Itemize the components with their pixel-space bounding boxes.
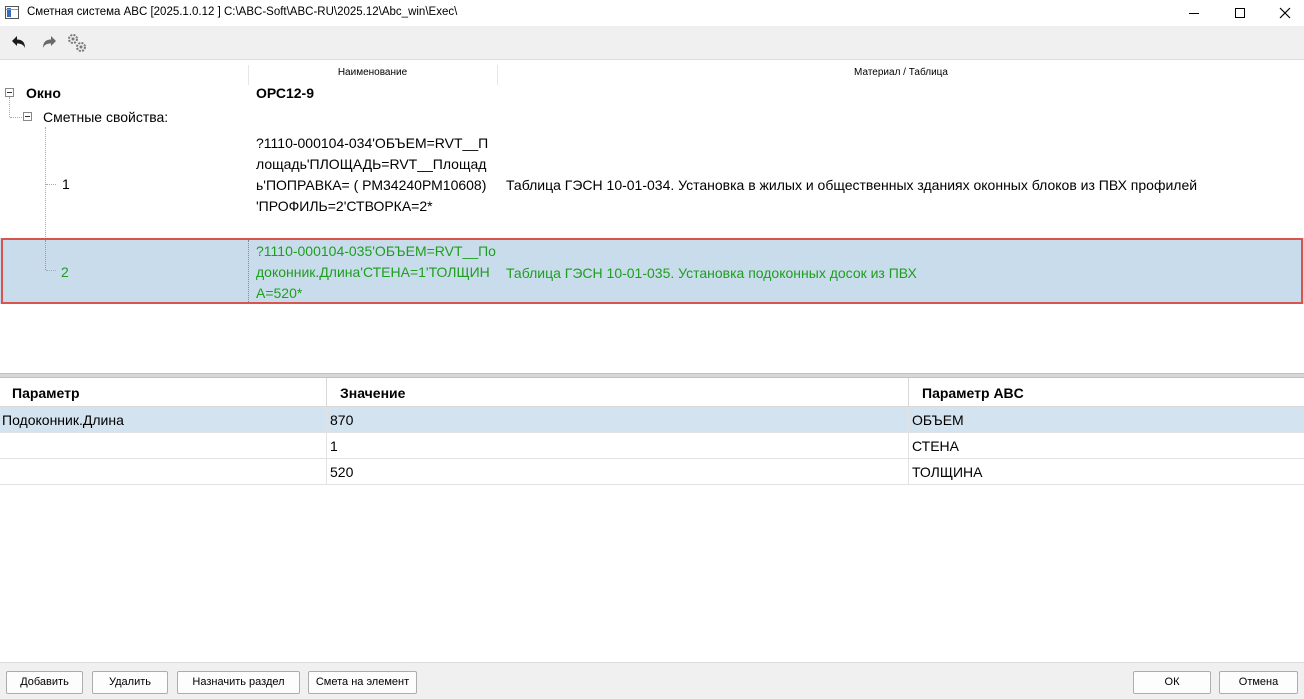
delete-button[interactable]: Удалить bbox=[92, 671, 168, 694]
settings-gears-icon bbox=[68, 34, 86, 52]
selection-highlight bbox=[1, 238, 1303, 304]
window-title: Сметная система ABC [2025.1.0.12 ] C:\AB… bbox=[27, 6, 458, 18]
assign-section-button[interactable]: Назначить раздел bbox=[177, 671, 300, 694]
cancel-button[interactable]: Отмена bbox=[1219, 671, 1298, 694]
param-cell[interactable] bbox=[0, 459, 326, 485]
tree-root-label[interactable]: Окно bbox=[26, 84, 61, 102]
redo-icon bbox=[43, 36, 56, 48]
parameters-header: Параметр Значение Параметр ABC bbox=[0, 378, 1304, 407]
abc-param-cell[interactable]: ТОЛЩИНА bbox=[908, 459, 1304, 485]
value-cell[interactable]: 870 bbox=[326, 407, 908, 433]
table-row[interactable]: 520 ТОЛЩИНА bbox=[0, 459, 1304, 485]
collapse-group-toggle[interactable] bbox=[23, 112, 32, 121]
table-row[interactable]: 1 СТЕНА bbox=[0, 433, 1304, 459]
minimize-button[interactable] bbox=[1171, 0, 1217, 26]
tree-line bbox=[46, 184, 56, 185]
tree-group-label[interactable]: Сметные свойства: bbox=[43, 108, 168, 126]
add-button[interactable]: Добавить bbox=[6, 671, 83, 694]
bottom-button-bar: Добавить Удалить Назначить раздел Смета … bbox=[0, 662, 1304, 699]
column-header-abc-parameter[interactable]: Параметр ABC bbox=[908, 378, 1304, 407]
close-icon bbox=[1279, 7, 1291, 19]
param-cell[interactable]: Подоконник.Длина bbox=[0, 407, 326, 433]
tree-row-name[interactable]: ?1110-000104-034'ОБЪЕМ=RVT__Площадь'ПЛОЩ… bbox=[256, 133, 496, 238]
tree-line bbox=[9, 97, 10, 117]
settings-button[interactable] bbox=[66, 32, 88, 54]
maximize-icon bbox=[1235, 8, 1245, 18]
tree-row-material[interactable]: Таблица ГЭСН 10-01-034. Установка в жилы… bbox=[506, 176, 1197, 194]
value-cell[interactable]: 1 bbox=[326, 433, 908, 459]
app-icon bbox=[5, 6, 19, 19]
ok-button[interactable]: ОК bbox=[1133, 671, 1211, 694]
param-cell[interactable] bbox=[0, 433, 326, 459]
column-header-parameter[interactable]: Параметр bbox=[0, 378, 326, 407]
undo-button[interactable] bbox=[8, 32, 30, 54]
collapse-root-toggle[interactable] bbox=[5, 88, 14, 97]
minimize-icon bbox=[1189, 12, 1199, 14]
column-header-value[interactable]: Значение bbox=[326, 378, 908, 407]
maximize-button[interactable] bbox=[1217, 0, 1263, 26]
properties-tree: Наименование Материал / Таблица Окно ОРС… bbox=[0, 61, 1304, 373]
column-header-material[interactable]: Материал / Таблица bbox=[497, 65, 1304, 85]
abc-param-cell[interactable]: ОБЪЕМ bbox=[908, 407, 1304, 433]
title-bar: Сметная система ABC [2025.1.0.12 ] C:\AB… bbox=[0, 0, 1304, 26]
close-button[interactable] bbox=[1262, 0, 1304, 26]
value-cell[interactable]: 520 bbox=[326, 459, 908, 485]
redo-button[interactable] bbox=[38, 32, 60, 54]
tree-row-index[interactable]: 1 bbox=[62, 175, 70, 193]
undo-icon bbox=[12, 36, 25, 48]
element-estimate-button[interactable]: Смета на элемент bbox=[308, 671, 417, 694]
toolbar bbox=[0, 26, 1304, 60]
table-row[interactable]: Подоконник.Длина 870 ОБЪЕМ bbox=[0, 407, 1304, 433]
tree-root-name: ОРС12-9 bbox=[256, 85, 315, 101]
column-header-name[interactable]: Наименование bbox=[248, 65, 496, 85]
abc-param-cell[interactable]: СТЕНА bbox=[908, 433, 1304, 459]
